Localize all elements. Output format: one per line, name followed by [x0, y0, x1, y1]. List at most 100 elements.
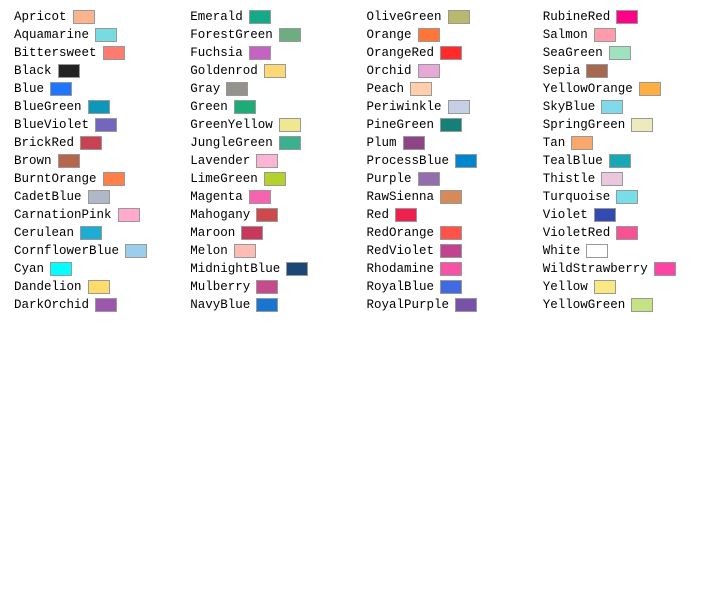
color-item: TealBlue — [539, 152, 715, 170]
color-swatch — [103, 172, 125, 186]
color-swatch — [95, 28, 117, 42]
color-swatch — [440, 244, 462, 258]
color-item: Melon — [186, 242, 362, 260]
color-swatch — [654, 262, 676, 276]
color-name-label: OliveGreen — [367, 10, 442, 24]
color-swatch — [58, 64, 80, 78]
color-item: Bittersweet — [10, 44, 186, 62]
color-item: BlueGreen — [10, 98, 186, 116]
color-swatch — [256, 154, 278, 168]
color-item: PineGreen — [363, 116, 539, 134]
color-swatch — [234, 244, 256, 258]
color-name-label: RoyalPurple — [367, 298, 450, 312]
color-item: NavyBlue — [186, 296, 362, 314]
color-name-label: RedOrange — [367, 226, 435, 240]
color-name-label: ProcessBlue — [367, 154, 450, 168]
color-swatch — [249, 190, 271, 204]
color-swatch — [279, 136, 301, 150]
color-swatch — [448, 10, 470, 24]
color-swatch — [594, 208, 616, 222]
color-swatch — [418, 172, 440, 186]
color-swatch — [234, 100, 256, 114]
color-name-label: NavyBlue — [190, 298, 250, 312]
color-name-label: CornflowerBlue — [14, 244, 119, 258]
color-name-label: Violet — [543, 208, 588, 222]
color-item: MidnightBlue — [186, 260, 362, 278]
color-name-label: Aquamarine — [14, 28, 89, 42]
color-column-0: ApricotAquamarineBittersweetBlackBlueBlu… — [10, 8, 186, 314]
color-item: RoyalPurple — [363, 296, 539, 314]
color-item: DarkOrchid — [10, 296, 186, 314]
color-name-label: ForestGreen — [190, 28, 273, 42]
color-swatch — [256, 208, 278, 222]
color-item: Cyan — [10, 260, 186, 278]
color-name-label: Tan — [543, 136, 566, 150]
color-item: RubineRed — [539, 8, 715, 26]
color-name-label: Cerulean — [14, 226, 74, 240]
color-item: Red — [363, 206, 539, 224]
color-item: Orange — [363, 26, 539, 44]
color-name-label: Bittersweet — [14, 46, 97, 60]
color-name-label: Dandelion — [14, 280, 82, 294]
color-item: SpringGreen — [539, 116, 715, 134]
color-name-label: Periwinkle — [367, 100, 442, 114]
color-item: ProcessBlue — [363, 152, 539, 170]
color-swatch — [58, 154, 80, 168]
color-item: Gray — [186, 80, 362, 98]
color-name-label: PineGreen — [367, 118, 435, 132]
color-name-label: CarnationPink — [14, 208, 112, 222]
color-swatch — [418, 28, 440, 42]
color-item: White — [539, 242, 715, 260]
color-swatch — [631, 298, 653, 312]
color-item: BurntOrange — [10, 170, 186, 188]
color-swatch — [256, 298, 278, 312]
color-item: CornflowerBlue — [10, 242, 186, 260]
color-item: Magenta — [186, 188, 362, 206]
color-item: RoyalBlue — [363, 278, 539, 296]
color-swatch — [609, 154, 631, 168]
color-swatch — [586, 64, 608, 78]
color-item: YellowGreen — [539, 296, 715, 314]
color-item: CadetBlue — [10, 188, 186, 206]
color-name-label: CadetBlue — [14, 190, 82, 204]
color-column-3: RubineRedSalmonSeaGreenSepiaYellowOrange… — [539, 8, 715, 314]
color-name-label: BlueViolet — [14, 118, 89, 132]
color-item: Purple — [363, 170, 539, 188]
color-name-label: MidnightBlue — [190, 262, 280, 276]
color-item: SeaGreen — [539, 44, 715, 62]
color-swatch — [249, 10, 271, 24]
color-item: GreenYellow — [186, 116, 362, 134]
color-swatch — [73, 10, 95, 24]
color-item: Dandelion — [10, 278, 186, 296]
color-item: Periwinkle — [363, 98, 539, 116]
color-swatch — [440, 190, 462, 204]
color-item: BlueViolet — [10, 116, 186, 134]
color-name-label: BrickRed — [14, 136, 74, 150]
color-name-label: Plum — [367, 136, 397, 150]
color-grid: ApricotAquamarineBittersweetBlackBlueBlu… — [10, 8, 715, 314]
color-name-label: Mulberry — [190, 280, 250, 294]
color-item: BrickRed — [10, 134, 186, 152]
color-swatch — [264, 64, 286, 78]
color-name-label: YellowGreen — [543, 298, 626, 312]
color-item: CarnationPink — [10, 206, 186, 224]
color-name-label: WildStrawberry — [543, 262, 648, 276]
color-name-label: SpringGreen — [543, 118, 626, 132]
color-name-label: Purple — [367, 172, 412, 186]
color-swatch — [616, 190, 638, 204]
color-swatch — [279, 118, 301, 132]
color-swatch — [440, 262, 462, 276]
color-item: JungleGreen — [186, 134, 362, 152]
color-name-label: White — [543, 244, 581, 258]
color-item: Mahogany — [186, 206, 362, 224]
color-name-label: BurntOrange — [14, 172, 97, 186]
color-name-label: LimeGreen — [190, 172, 258, 186]
color-name-label: VioletRed — [543, 226, 611, 240]
color-name-label: Thistle — [543, 172, 596, 186]
color-swatch — [594, 28, 616, 42]
color-item: SkyBlue — [539, 98, 715, 116]
color-name-label: Mahogany — [190, 208, 250, 222]
color-item: RawSienna — [363, 188, 539, 206]
color-name-label: Magenta — [190, 190, 243, 204]
color-item: Aquamarine — [10, 26, 186, 44]
